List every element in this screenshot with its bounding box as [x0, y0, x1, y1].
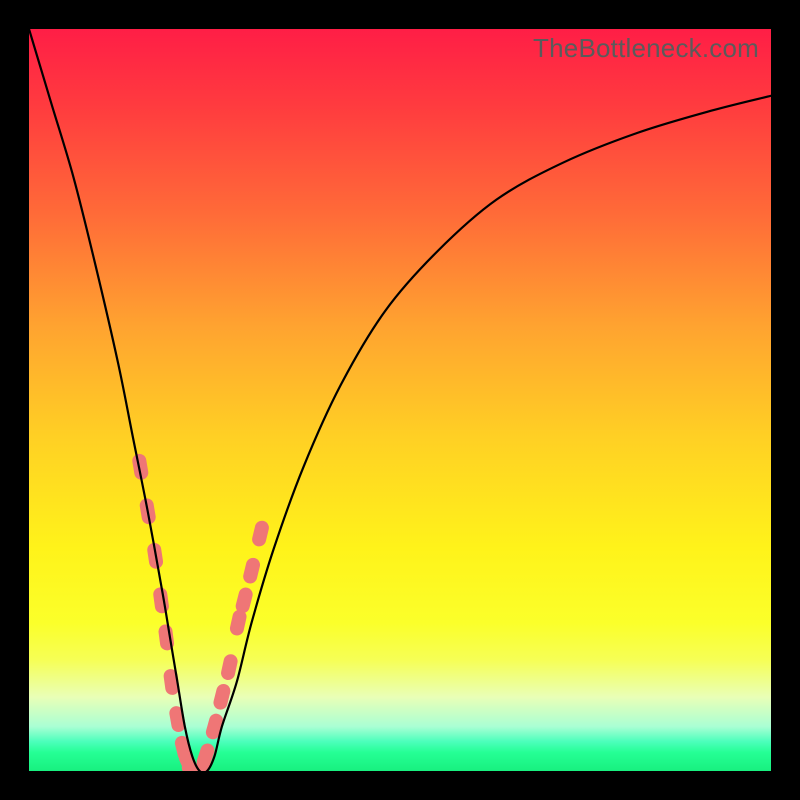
plot-area: TheBottleneck.com — [29, 29, 771, 771]
markers-group — [131, 453, 270, 771]
watermark-text: TheBottleneck.com — [533, 33, 759, 64]
bottleneck-curve — [29, 29, 771, 771]
curve-layer — [29, 29, 771, 771]
curve-marker — [220, 653, 239, 681]
curve-marker — [242, 556, 262, 585]
chart-frame: TheBottleneck.com — [0, 0, 800, 800]
curve-marker — [234, 586, 254, 615]
curve-marker — [251, 519, 271, 548]
